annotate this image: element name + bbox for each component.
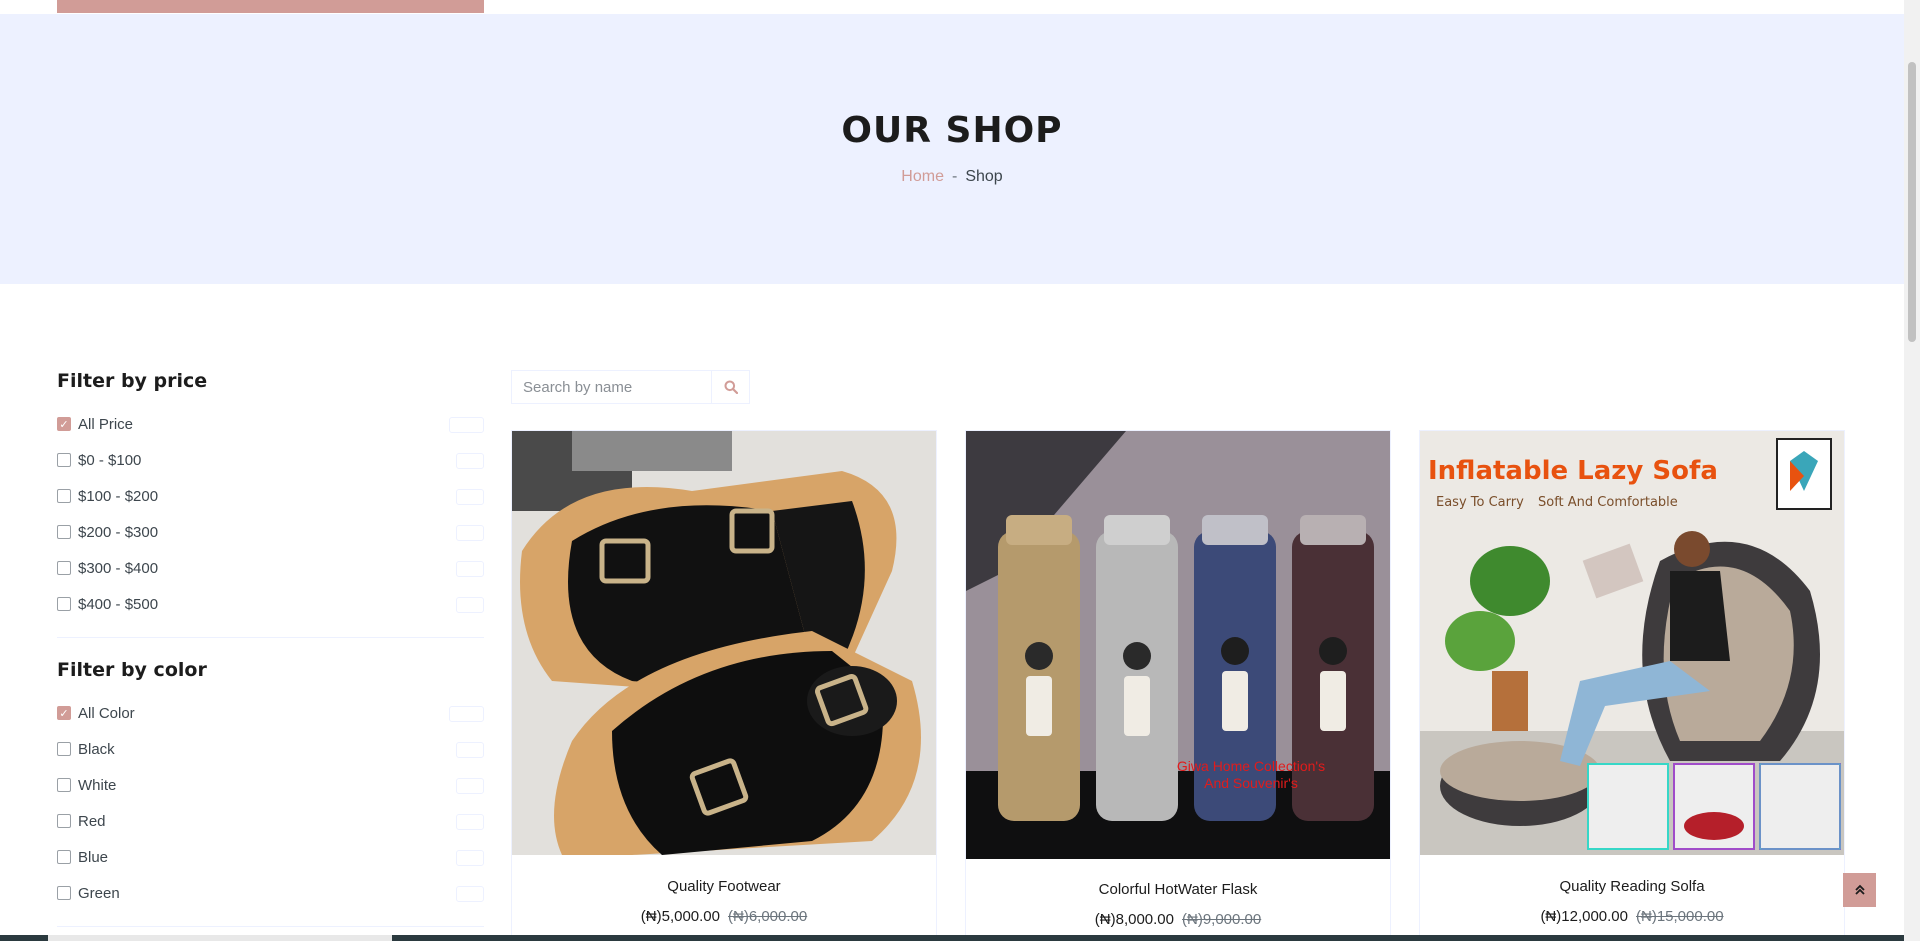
filter-option-label: Red — [78, 812, 106, 830]
filter-option-black[interactable]: Black — [57, 731, 484, 767]
count-badge — [456, 525, 484, 541]
filter-color-title: Filter by color — [57, 659, 207, 681]
checkbox[interactable] — [57, 886, 71, 900]
filter-option-price-100-200[interactable]: $100 - $200 — [57, 478, 484, 514]
filter-option-price-300-400[interactable]: $300 - $400 — [57, 550, 484, 586]
filter-option-blue[interactable]: Blue — [57, 839, 484, 875]
product-price: (₦)8,000.00 — [1094, 911, 1174, 928]
product-price-row: (₦)5,000.00 (₦)6,000.00 — [512, 908, 936, 925]
search-button[interactable] — [711, 370, 750, 404]
page-title: OUR SHOP — [841, 110, 1063, 151]
breadcrumb-current: Shop — [965, 168, 1003, 185]
checkbox[interactable] — [57, 561, 71, 575]
filter-option-price-0-100[interactable]: $0 - $100 — [57, 442, 484, 478]
checkbox[interactable] — [57, 850, 71, 864]
bottom-strip-segment — [48, 935, 392, 941]
checkbox[interactable] — [57, 453, 71, 467]
search-input[interactable] — [511, 370, 711, 404]
double-chevron-up-icon — [1854, 884, 1865, 895]
filter-option-price-200-300[interactable]: $200 - $300 — [57, 514, 484, 550]
scrollbar-thumb[interactable] — [1908, 62, 1916, 342]
checkbox[interactable] — [57, 706, 71, 720]
filter-option-label: $200 - $300 — [78, 523, 159, 541]
filter-option-label: Blue — [78, 848, 109, 866]
product-name[interactable]: Quality Reading Solfa — [1420, 878, 1844, 895]
filter-option-label: Black — [78, 740, 115, 758]
top-navbar-strip — [0, 0, 1904, 14]
product-image-caption: Soft And Comfortable — [1538, 495, 1678, 510]
product-price-row: (₦)12,000.00 (₦)15,000.00 — [1420, 908, 1844, 925]
count-badge — [456, 597, 484, 613]
count-badge — [449, 417, 484, 433]
filter-option-all-price[interactable]: All Price — [57, 406, 484, 442]
filter-by-price: Filter by price All Price $0 - $100 $100… — [57, 370, 484, 622]
filter-option-white[interactable]: White — [57, 767, 484, 803]
page-header: OUR SHOP Home - Shop — [0, 14, 1904, 284]
checkbox[interactable] — [57, 597, 71, 611]
filter-option-label: White — [78, 776, 117, 794]
filter-price-title: Filter by price — [57, 370, 208, 392]
product-name[interactable]: Quality Footwear — [512, 878, 936, 895]
search-form — [511, 370, 750, 404]
product-image[interactable]: Giwa Home Collection's And Souvenir's — [966, 431, 1390, 859]
vertical-scrollbar[interactable] — [1904, 0, 1920, 941]
product-price-row: (₦)8,000.00 (₦)9,000.00 — [966, 911, 1390, 928]
count-badge — [456, 778, 484, 794]
filter-option-label: All Price — [78, 415, 134, 433]
product-name[interactable]: Colorful HotWater Flask — [966, 881, 1390, 898]
product-price: (₦)12,000.00 — [1540, 908, 1628, 925]
filter-by-color: Filter by color All Color Black White Re… — [57, 659, 484, 911]
filter-option-price-400-500[interactable]: $400 - $500 — [57, 586, 484, 622]
checkbox[interactable] — [57, 742, 71, 756]
breadcrumb-home-link[interactable]: Home — [901, 168, 944, 185]
bottom-strip — [0, 935, 1904, 941]
back-to-top-button[interactable] — [1843, 873, 1876, 907]
filter-option-green[interactable]: Green — [57, 875, 484, 911]
filter-option-label: Green — [78, 884, 120, 902]
search-icon — [724, 380, 738, 394]
product-price: (₦)5,000.00 — [640, 908, 720, 925]
filter-option-red[interactable]: Red — [57, 803, 484, 839]
filter-option-label: $400 - $500 — [78, 595, 159, 613]
product-image-caption: And Souvenir's — [1204, 775, 1298, 791]
filter-option-all-color[interactable]: All Color — [57, 695, 484, 731]
product-image-caption: Inflatable Lazy Sofa — [1428, 456, 1718, 486]
filter-option-label: $300 - $400 — [78, 559, 159, 577]
filter-option-label: All Color — [78, 704, 135, 722]
count-badge — [456, 886, 484, 902]
checkbox[interactable] — [57, 489, 71, 503]
filter-divider — [57, 926, 484, 927]
product-old-price: (₦)15,000.00 — [1636, 908, 1724, 925]
count-badge — [456, 489, 484, 505]
count-badge — [456, 561, 484, 577]
breadcrumb-separator: - — [951, 168, 958, 185]
product-card[interactable]: Giwa Home Collection's And Souvenir's Co… — [965, 430, 1391, 941]
filter-option-label: $100 - $200 — [78, 487, 159, 505]
product-image[interactable] — [512, 431, 936, 855]
checkbox[interactable] — [57, 417, 71, 431]
product-image[interactable]: Inflatable Lazy Sofa Easy To Carry Soft … — [1420, 431, 1844, 855]
count-badge — [449, 706, 484, 722]
product-old-price: (₦)9,000.00 — [1182, 911, 1262, 928]
count-badge — [456, 850, 484, 866]
checkbox[interactable] — [57, 525, 71, 539]
checkbox[interactable] — [57, 778, 71, 792]
product-old-price: (₦)6,000.00 — [728, 908, 808, 925]
count-badge — [456, 814, 484, 830]
breadcrumb: Home - Shop — [0, 168, 1904, 186]
count-badge — [456, 742, 484, 758]
checkbox[interactable] — [57, 814, 71, 828]
product-image-caption: Giwa Home Collection's — [1177, 758, 1325, 774]
product-card[interactable]: Inflatable Lazy Sofa Easy To Carry Soft … — [1419, 430, 1845, 941]
filter-divider — [57, 637, 484, 638]
count-badge — [456, 453, 484, 469]
product-image-caption: Easy To Carry — [1436, 495, 1524, 510]
filter-option-label: $0 - $100 — [78, 451, 142, 469]
categories-bar[interactable] — [57, 0, 484, 13]
product-card[interactable]: Quality Footwear (₦)5,000.00 (₦)6,000.00 — [511, 430, 937, 941]
